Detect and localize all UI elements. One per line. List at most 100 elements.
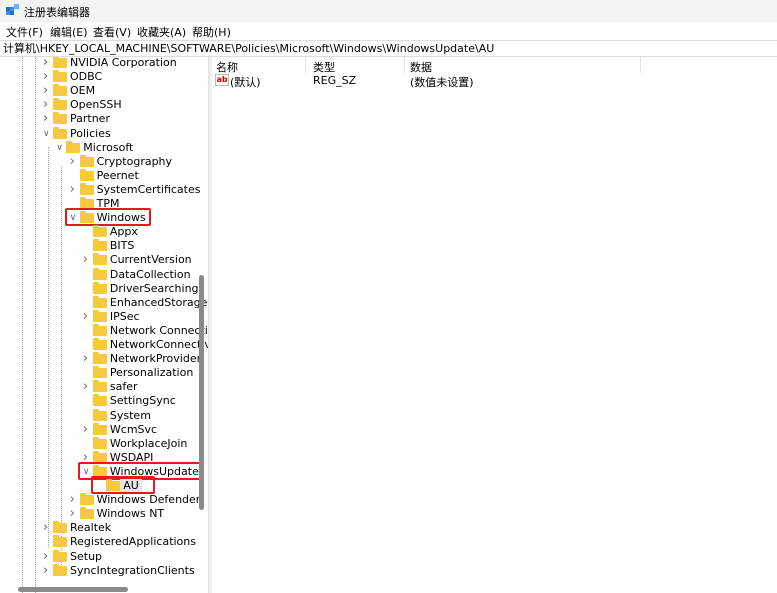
tree-item-label: NetworkConnectiv bbox=[109, 338, 208, 351]
tree-item-label: safer bbox=[109, 380, 138, 394]
tree-item[interactable]: Personalization bbox=[0, 366, 200, 380]
tree-item-label: Microsoft bbox=[83, 140, 134, 154]
chevron-right-icon[interactable]: › bbox=[43, 549, 48, 564]
column-separator[interactable] bbox=[640, 57, 641, 73]
column-header-type[interactable]: 类型 bbox=[313, 59, 335, 75]
tree-item-label: Setup bbox=[70, 549, 103, 563]
chevron-right-icon[interactable]: › bbox=[43, 563, 48, 578]
tree-item[interactable]: › safer bbox=[0, 380, 200, 394]
chevron-right-icon[interactable]: › bbox=[43, 84, 48, 98]
tree-item-label: Windows Defender bbox=[96, 493, 201, 507]
address-bar[interactable]: 计算机\HKEY_LOCAL_MACHINE\SOFTWARE\Policies… bbox=[0, 40, 777, 57]
tree-item[interactable]: › Partner bbox=[0, 112, 200, 126]
value-type: REG_SZ bbox=[313, 74, 357, 87]
highlight-box bbox=[64, 208, 151, 227]
tree-item[interactable]: › IPSec bbox=[0, 309, 200, 324]
chevron-right-icon[interactable]: › bbox=[43, 57, 48, 70]
tree-item[interactable]: ∨ Policies bbox=[0, 126, 200, 141]
tree-item-label: SystemCertificates bbox=[96, 182, 201, 196]
menu-view[interactable]: 查看(V) bbox=[93, 24, 131, 40]
tree-item[interactable]: SettingSync bbox=[0, 394, 200, 408]
folder-icon bbox=[92, 267, 107, 280]
chevron-right-icon[interactable]: › bbox=[83, 309, 88, 324]
tree-item-label: RegisteredApplications bbox=[70, 535, 196, 549]
chevron-right-icon[interactable]: › bbox=[83, 380, 88, 394]
tree-item[interactable]: Peernet bbox=[0, 168, 200, 183]
folder-icon bbox=[92, 309, 107, 322]
tree-item-label: Network Connecti bbox=[109, 323, 208, 337]
chevron-right-icon[interactable]: › bbox=[70, 507, 75, 521]
tree-item[interactable]: › OEM bbox=[0, 84, 200, 98]
chevron-down-icon[interactable]: ∨ bbox=[56, 141, 63, 155]
chevron-right-icon[interactable]: › bbox=[70, 154, 75, 169]
tree-item[interactable]: › Cryptography bbox=[0, 154, 200, 169]
chevron-right-icon[interactable]: › bbox=[43, 70, 48, 84]
tree-item-label: System bbox=[109, 408, 151, 422]
tree-item[interactable]: › Windows Defender bbox=[0, 493, 201, 507]
tree-item-label: OpenSSH bbox=[70, 98, 122, 112]
regedit-icon bbox=[6, 4, 19, 15]
chevron-right-icon[interactable]: › bbox=[83, 253, 88, 267]
menu-edit[interactable]: 编辑(E) bbox=[50, 24, 88, 40]
string-value-icon: ab bbox=[215, 74, 229, 86]
folder-icon bbox=[92, 253, 107, 266]
tree-item[interactable]: › Setup bbox=[0, 549, 200, 564]
tree-item[interactable]: › SyncIntegrationClients bbox=[0, 563, 200, 578]
column-header-data[interactable]: 数据 bbox=[410, 59, 432, 75]
tree-item[interactable]: › NetworkProvider bbox=[0, 352, 201, 366]
tree-item[interactable]: Appx bbox=[0, 225, 200, 239]
chevron-right-icon[interactable]: › bbox=[70, 182, 75, 197]
menu-file[interactable]: 文件(F) bbox=[6, 24, 43, 40]
tree-item[interactable]: ∨ Microsoft bbox=[0, 140, 200, 155]
chevron-right-icon[interactable]: › bbox=[43, 521, 48, 535]
menu-help[interactable]: 帮助(H) bbox=[192, 24, 231, 40]
tree-item[interactable]: NetworkConnectiv bbox=[0, 338, 208, 352]
tree-item[interactable]: EnhancedStorageI bbox=[0, 295, 208, 310]
tree-item[interactable]: Network Connecti bbox=[0, 323, 208, 338]
tree-vertical-scrollbar[interactable] bbox=[199, 275, 204, 510]
folder-icon bbox=[53, 70, 67, 83]
value-data: (数值未设置) bbox=[410, 76, 474, 89]
value-name: (默认) bbox=[230, 76, 261, 89]
tree-item[interactable]: › SystemCertificates bbox=[0, 182, 201, 197]
tree-item[interactable]: WorkplaceJoin bbox=[0, 436, 200, 451]
menu-bar: 文件(F) 编辑(E) 查看(V) 收藏夹(A) 帮助(H) bbox=[0, 22, 777, 40]
chevron-right-icon[interactable]: › bbox=[70, 493, 75, 507]
column-separator[interactable] bbox=[305, 57, 306, 73]
chevron-right-icon[interactable]: › bbox=[43, 98, 48, 112]
tree-item[interactable]: › Windows NT bbox=[0, 507, 200, 521]
column-separator[interactable] bbox=[404, 57, 405, 73]
folder-icon bbox=[92, 295, 107, 308]
chevron-right-icon[interactable]: › bbox=[83, 422, 88, 437]
tree-item[interactable]: › OpenSSH bbox=[0, 98, 200, 112]
tree-item[interactable]: › WcmSvc bbox=[0, 422, 200, 437]
tree-item[interactable]: › CurrentVersion bbox=[0, 253, 200, 267]
folder-icon bbox=[92, 323, 107, 336]
folder-icon bbox=[53, 57, 67, 68]
chevron-right-icon[interactable]: › bbox=[83, 352, 88, 366]
folder-icon bbox=[79, 493, 94, 506]
tree-item[interactable]: › Realtek bbox=[0, 521, 200, 535]
tree-item[interactable]: BITS bbox=[0, 239, 200, 253]
tree-item[interactable]: System bbox=[0, 408, 200, 423]
tree-horizontal-scrollbar[interactable] bbox=[18, 587, 128, 592]
chevron-down-icon[interactable]: ∨ bbox=[43, 127, 50, 141]
tree-item[interactable]: RegisteredApplications bbox=[0, 535, 200, 549]
chevron-right-icon[interactable]: › bbox=[43, 112, 48, 126]
folder-icon bbox=[53, 126, 67, 139]
tree-item[interactable]: › ODBC bbox=[0, 70, 200, 84]
key-tree[interactable]: › NVIDIA Corporation › ODBC › OEM › OpenSSH › Par… bbox=[0, 57, 208, 593]
folder-icon bbox=[92, 281, 107, 294]
tree-item-label: IPSec bbox=[109, 309, 140, 323]
column-header-name[interactable]: 名称 bbox=[216, 59, 238, 75]
tree-item[interactable]: DataCollection bbox=[0, 267, 200, 282]
tree-item-label: SettingSync bbox=[109, 394, 176, 408]
menu-favorites[interactable]: 收藏夹(A) bbox=[137, 24, 186, 40]
tree-item-label: Policies bbox=[70, 126, 111, 140]
folder-icon bbox=[92, 366, 107, 379]
tree-item-label: BITS bbox=[109, 239, 135, 253]
tree-item-label: SyncIntegrationClients bbox=[70, 563, 195, 577]
tree-item[interactable]: › NVIDIA Corporation bbox=[0, 57, 200, 70]
folder-icon bbox=[92, 380, 107, 393]
tree-item[interactable]: DriverSearching bbox=[0, 281, 200, 296]
